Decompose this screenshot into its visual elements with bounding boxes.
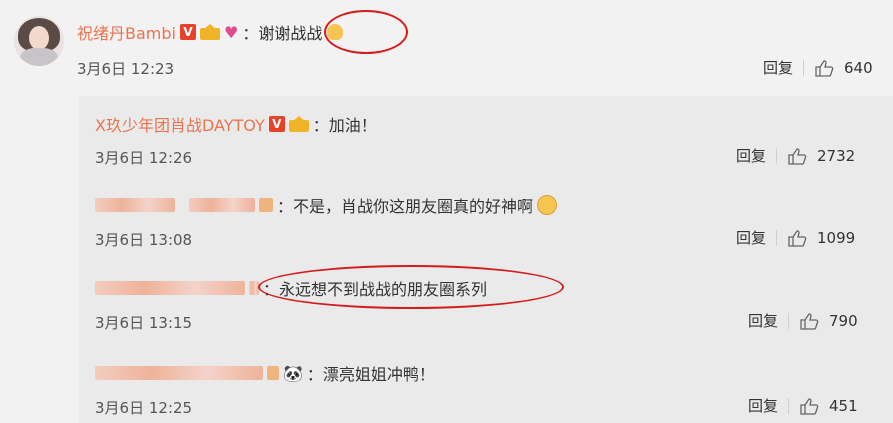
reply-actions: 回复 451	[748, 395, 858, 416]
heart-badge-icon: ♥	[223, 22, 239, 42]
like-count: 790	[829, 311, 858, 330]
reply-actions: 回复 790	[748, 310, 858, 331]
blurred-username	[95, 366, 263, 380]
reply-time: 3月6日 13:15	[95, 314, 193, 332]
thumbs-up-icon[interactable]	[814, 59, 834, 77]
thumbs-up-icon[interactable]	[799, 312, 819, 330]
reply-item: 🐼 ：漂亮姐姐冲鸭！	[95, 361, 435, 385]
reply-text: ：加油！	[312, 116, 377, 135]
blurred-username	[95, 198, 175, 212]
main-comment-text: ：谢谢战战	[242, 24, 323, 43]
main-comment-row: 祝绪丹Bambi V ♥ ：谢谢战战	[77, 20, 344, 44]
like-count: 1099	[817, 228, 856, 247]
blurred-badge	[249, 281, 259, 295]
crown-badge-icon	[288, 116, 309, 132]
reply-item: ：永远想不到战战的朋友圈系列	[95, 276, 487, 300]
clap-emoji-icon	[327, 24, 344, 40]
blurred-badge	[259, 198, 273, 212]
reply-text: ：漂亮姐姐冲鸭！	[306, 365, 435, 384]
reply-text: ：永远想不到战战的朋友圈系列	[263, 280, 488, 299]
main-comment-author[interactable]: 祝绪丹Bambi	[77, 20, 176, 44]
action-divider	[788, 397, 790, 414]
action-divider	[803, 59, 805, 76]
reply-actions: 回复 2732	[736, 145, 855, 166]
reply-button[interactable]: 回复	[748, 310, 778, 331]
action-divider	[776, 147, 778, 164]
reply-time: 3月6日 12:26	[95, 149, 193, 167]
reply-item: X玖少年团肖战DAYTOY V ：加油！	[95, 112, 377, 136]
main-comment-time: 3月6日 12:23	[77, 60, 175, 78]
verified-v-icon: V	[179, 24, 196, 40]
action-divider	[788, 312, 790, 329]
reply-button[interactable]: 回复	[736, 227, 766, 248]
action-divider	[776, 229, 778, 246]
reply-item: ：不是，肖战你这朋友圈真的好神啊	[95, 193, 558, 217]
reply-button[interactable]: 回复	[748, 395, 778, 416]
blurred-username	[95, 281, 245, 295]
blurred-username	[189, 198, 255, 212]
main-comment-actions: 回复 640	[763, 57, 873, 78]
reply-button[interactable]: 回复	[736, 145, 766, 166]
crown-badge-icon	[199, 24, 220, 40]
thumbs-up-icon[interactable]	[787, 229, 807, 247]
avatar[interactable]	[14, 16, 64, 66]
laugh-cry-emoji-icon	[537, 195, 558, 215]
blurred-badge	[267, 366, 279, 380]
panda-emoji-icon: 🐼	[283, 363, 303, 383]
verified-v-icon: V	[268, 116, 285, 132]
thumbs-up-icon[interactable]	[787, 147, 807, 165]
like-count: 640	[844, 58, 873, 77]
reply-author[interactable]: X玖少年团肖战DAYTOY	[95, 112, 265, 136]
reply-actions: 回复 1099	[736, 227, 855, 248]
reply-time: 3月6日 12:25	[95, 399, 193, 417]
like-count: 451	[829, 396, 858, 415]
thumbs-up-icon[interactable]	[799, 397, 819, 415]
like-count: 2732	[817, 146, 856, 165]
reply-time: 3月6日 13:08	[95, 231, 193, 249]
reply-text: ：不是，肖战你这朋友圈真的好神啊	[277, 197, 534, 216]
reply-button[interactable]: 回复	[763, 57, 793, 78]
